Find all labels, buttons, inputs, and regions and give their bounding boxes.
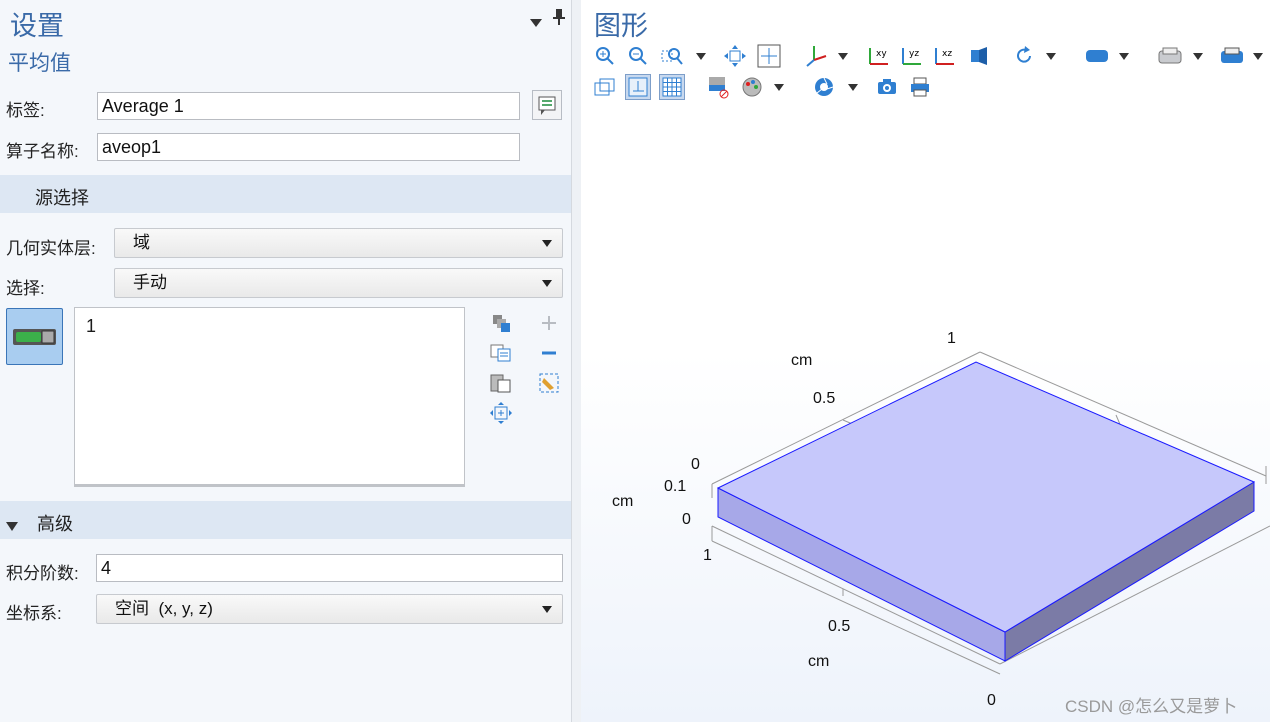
list-item[interactable]: 1 bbox=[86, 316, 96, 337]
chevron-down-icon bbox=[542, 606, 552, 613]
chevron-down-icon[interactable] bbox=[848, 84, 858, 91]
selection-value: 手动 bbox=[133, 273, 167, 292]
section-title: 源选择 bbox=[35, 188, 89, 208]
coord-system-label: 坐标系: bbox=[6, 604, 62, 623]
color-table-icon[interactable] bbox=[739, 74, 765, 100]
geometric-level-select[interactable]: 域 bbox=[114, 228, 563, 258]
print-icon[interactable] bbox=[907, 74, 933, 100]
print-options-icon[interactable] bbox=[1219, 43, 1245, 69]
coord-system-select[interactable]: 空间 (x, y, z) bbox=[96, 594, 563, 624]
chevron-down-icon[interactable] bbox=[838, 53, 848, 60]
settings-panel: 设置 平均值 标签: Average 1 算子名称: aveop1 源选择 几何… bbox=[0, 0, 571, 722]
zoom-extents-icon[interactable] bbox=[722, 43, 748, 69]
hide-entities-icon[interactable] bbox=[706, 74, 732, 100]
axis-unit-label: cm bbox=[612, 493, 634, 510]
grid-icon bbox=[662, 77, 682, 97]
toggle-icon bbox=[13, 329, 56, 345]
axis-label: 0 bbox=[691, 456, 700, 473]
view-xy-icon[interactable]: xy bbox=[865, 43, 891, 69]
geometric-level-value: 域 bbox=[133, 233, 150, 252]
block-top-face bbox=[716, 361, 1256, 633]
integration-order-input[interactable]: 4 bbox=[96, 554, 563, 582]
clear-selection-icon[interactable] bbox=[538, 372, 560, 394]
label-input[interactable]: Average 1 bbox=[97, 92, 520, 120]
svg-text:yz: yz bbox=[909, 49, 919, 59]
zoom-to-selection-icon[interactable] bbox=[490, 402, 512, 424]
zoom-out-icon[interactable] bbox=[625, 43, 651, 69]
chevron-down-icon[interactable] bbox=[696, 53, 706, 60]
selection-list[interactable]: 1 bbox=[74, 307, 465, 487]
view-yz-icon[interactable]: yz bbox=[898, 43, 924, 69]
view-xz-icon[interactable]: xz bbox=[931, 43, 957, 69]
operator-name-label: 算子名称: bbox=[6, 142, 79, 161]
chevron-down-icon[interactable] bbox=[1193, 53, 1203, 60]
axis-unit-label: cm bbox=[791, 352, 813, 369]
chevron-down-icon[interactable] bbox=[1046, 53, 1056, 60]
clipboard-icon[interactable] bbox=[490, 372, 512, 394]
operator-name-input[interactable]: aveop1 bbox=[97, 133, 520, 161]
axes-icon bbox=[628, 77, 648, 97]
remove-icon[interactable] bbox=[538, 342, 560, 364]
source-selection-section[interactable]: 源选择 bbox=[0, 175, 571, 213]
copy-selection-icon[interactable] bbox=[490, 342, 512, 364]
section-title: 高级 bbox=[37, 514, 73, 534]
advanced-section[interactable]: 高级 bbox=[0, 501, 571, 539]
zoom-in-icon[interactable] bbox=[592, 43, 618, 69]
label-field-label: 标签: bbox=[6, 101, 45, 120]
scene-light-icon[interactable] bbox=[966, 43, 992, 69]
axis-label: 0 bbox=[987, 692, 996, 709]
axis-label: 1 bbox=[703, 547, 712, 564]
axis-label: 1 bbox=[947, 330, 956, 347]
camera-aperture-icon[interactable] bbox=[811, 74, 837, 100]
zoom-box-icon[interactable] bbox=[659, 43, 685, 69]
axis-unit-label: cm bbox=[808, 653, 830, 670]
paste-selection-icon[interactable] bbox=[490, 312, 512, 334]
fit-window-icon[interactable] bbox=[756, 43, 782, 69]
geometry-view[interactable] bbox=[581, 106, 1270, 722]
show-axes-toggle[interactable] bbox=[625, 74, 651, 100]
selection-label: 选择: bbox=[6, 279, 45, 298]
chevron-down-icon[interactable] bbox=[774, 84, 784, 91]
axis-orientation-icon[interactable] bbox=[803, 43, 829, 69]
rotate-icon[interactable] bbox=[1011, 43, 1037, 69]
pin-icon[interactable] bbox=[553, 9, 565, 30]
add-icon[interactable] bbox=[538, 312, 560, 334]
integration-order-label: 积分阶数: bbox=[6, 564, 79, 583]
wireframe-icon[interactable] bbox=[592, 74, 618, 100]
graphics-canvas[interactable] bbox=[581, 106, 1270, 722]
axis-label: 0.1 bbox=[664, 478, 687, 495]
camera-icon[interactable] bbox=[874, 74, 900, 100]
graphics-panel: 图形 xy yz xz 1 cm 0.5 0 0.1 cm 0 1 0.5 cm… bbox=[581, 0, 1270, 722]
comment-button[interactable] bbox=[532, 90, 562, 120]
chevron-down-icon[interactable] bbox=[1253, 53, 1263, 60]
axis-label: 0.5 bbox=[828, 618, 851, 635]
panel-menu-icon[interactable] bbox=[530, 14, 542, 32]
chevron-down-icon bbox=[542, 240, 552, 247]
transparency-icon[interactable] bbox=[1084, 43, 1110, 69]
comment-icon bbox=[538, 96, 556, 115]
collapse-triangle-icon bbox=[6, 515, 18, 536]
graphics-title: 图形 bbox=[594, 11, 648, 41]
select-icon[interactable] bbox=[1157, 43, 1183, 69]
panel-title: 设置 bbox=[10, 11, 64, 41]
svg-text:xy: xy bbox=[876, 49, 887, 59]
chevron-down-icon bbox=[542, 280, 552, 287]
geometric-level-label: 几何实体层: bbox=[6, 239, 96, 258]
selection-select[interactable]: 手动 bbox=[114, 268, 563, 298]
axis-label: 0 bbox=[682, 511, 691, 528]
watermark: CSDN @怎么又是萝卜 bbox=[1065, 697, 1238, 716]
show-grid-toggle[interactable] bbox=[659, 74, 685, 100]
feature-name: 平均值 bbox=[8, 52, 71, 75]
activate-selection-toggle[interactable] bbox=[6, 308, 63, 365]
chevron-down-icon[interactable] bbox=[1119, 53, 1129, 60]
axis-label: 0.5 bbox=[813, 390, 836, 407]
coord-system-value: 空间 (x, y, z) bbox=[115, 599, 213, 618]
svg-text:xz: xz bbox=[942, 49, 952, 59]
